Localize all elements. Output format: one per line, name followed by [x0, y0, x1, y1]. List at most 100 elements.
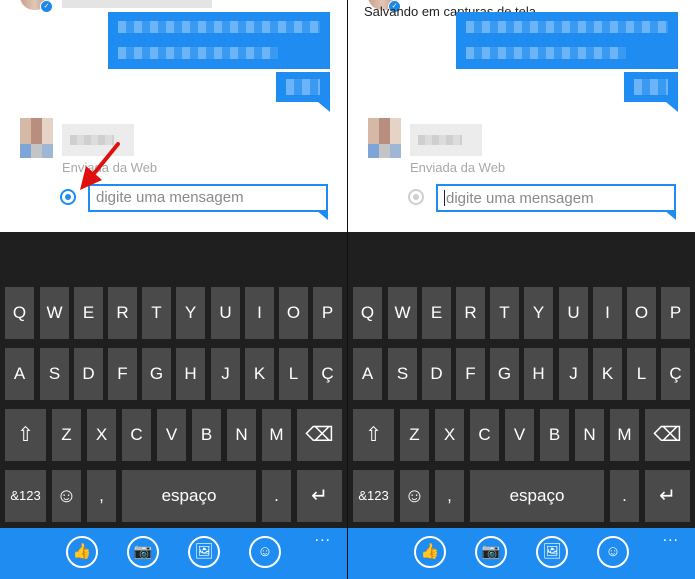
- emoji-icon[interactable]: ☺: [52, 470, 81, 522]
- key-z[interactable]: Z: [400, 409, 429, 461]
- key-l[interactable]: L: [627, 348, 656, 400]
- key-k[interactable]: K: [245, 348, 274, 400]
- key-b[interactable]: B: [540, 409, 569, 461]
- key-m[interactable]: M: [262, 409, 291, 461]
- sent-from-web-label: Enviada da Web: [410, 160, 506, 175]
- key-c-cedilla[interactable]: Ç: [313, 348, 342, 400]
- key-i[interactable]: I: [245, 287, 274, 339]
- key-n[interactable]: N: [575, 409, 604, 461]
- key-y[interactable]: Y: [176, 287, 205, 339]
- message-bubble-blurred: [276, 72, 330, 112]
- space-key[interactable]: espaço: [470, 470, 604, 522]
- key-e[interactable]: E: [74, 287, 103, 339]
- key-d[interactable]: D: [74, 348, 103, 400]
- key-x[interactable]: X: [435, 409, 464, 461]
- app-bar: 👍 📷 🖼 ☺ ...: [348, 528, 695, 579]
- key-b[interactable]: B: [192, 409, 221, 461]
- message-bubble-blurred: [624, 72, 678, 112]
- key-p[interactable]: P: [313, 287, 342, 339]
- key-a[interactable]: A: [5, 348, 34, 400]
- key-f[interactable]: F: [108, 348, 137, 400]
- key-l[interactable]: L: [279, 348, 308, 400]
- key-period[interactable]: .: [262, 470, 291, 522]
- key-x[interactable]: X: [87, 409, 116, 461]
- screenshot-comparison: ✓ Enviada da Web digite uma mensagem Q W…: [0, 0, 695, 579]
- text-caret: [444, 190, 445, 206]
- backspace-icon[interactable]: ⌫: [645, 409, 690, 461]
- key-h[interactable]: H: [176, 348, 205, 400]
- key-j[interactable]: J: [211, 348, 240, 400]
- message-radio-active[interactable]: [60, 189, 76, 205]
- like-icon[interactable]: 👍: [66, 536, 98, 568]
- on-screen-keyboard: Q W E R T Y U I O P A S D F G H J K L Ç …: [0, 232, 347, 528]
- key-q[interactable]: Q: [353, 287, 382, 339]
- blurred-name: [62, 0, 212, 8]
- key-y[interactable]: Y: [524, 287, 553, 339]
- symbols-key[interactable]: &123: [5, 470, 46, 522]
- key-f[interactable]: F: [456, 348, 485, 400]
- camera-icon[interactable]: 📷: [475, 536, 507, 568]
- key-d[interactable]: D: [422, 348, 451, 400]
- camera-icon[interactable]: 📷: [127, 536, 159, 568]
- emoji-icon[interactable]: ☺: [400, 470, 429, 522]
- gallery-icon[interactable]: 🖼: [536, 536, 568, 568]
- key-o[interactable]: O: [279, 287, 308, 339]
- key-v[interactable]: V: [157, 409, 186, 461]
- key-p[interactable]: P: [661, 287, 690, 339]
- key-w[interactable]: W: [388, 287, 417, 339]
- key-h[interactable]: H: [524, 348, 553, 400]
- input-placeholder: digite uma mensagem: [446, 190, 594, 207]
- key-g[interactable]: G: [142, 348, 171, 400]
- space-key[interactable]: espaço: [122, 470, 256, 522]
- key-v[interactable]: V: [505, 409, 534, 461]
- like-icon[interactable]: 👍: [414, 536, 446, 568]
- panel-left: ✓ Enviada da Web digite uma mensagem Q W…: [0, 0, 347, 579]
- key-s[interactable]: S: [388, 348, 417, 400]
- more-icon[interactable]: ...: [315, 529, 331, 545]
- shift-arrow-icon[interactable]: ⇧: [353, 409, 394, 461]
- key-c[interactable]: C: [122, 409, 151, 461]
- shift-arrow-icon[interactable]: ⇧: [5, 409, 46, 461]
- emoji-icon[interactable]: ☺: [597, 536, 629, 568]
- key-z[interactable]: Z: [52, 409, 81, 461]
- key-a[interactable]: A: [353, 348, 382, 400]
- on-screen-keyboard: Q W E R T Y U I O P A S D F G H J K L Ç …: [348, 232, 695, 528]
- key-period[interactable]: .: [610, 470, 639, 522]
- key-k[interactable]: K: [593, 348, 622, 400]
- key-i[interactable]: I: [593, 287, 622, 339]
- key-s[interactable]: S: [40, 348, 69, 400]
- symbols-key[interactable]: &123: [353, 470, 394, 522]
- key-r[interactable]: R: [456, 287, 485, 339]
- gallery-icon[interactable]: 🖼: [188, 536, 220, 568]
- key-comma[interactable]: ,: [435, 470, 464, 522]
- red-arrow-icon: [80, 142, 120, 190]
- backspace-icon[interactable]: ⌫: [297, 409, 342, 461]
- key-t[interactable]: T: [142, 287, 171, 339]
- key-m[interactable]: M: [610, 409, 639, 461]
- key-u[interactable]: U: [211, 287, 240, 339]
- key-e[interactable]: E: [422, 287, 451, 339]
- key-t[interactable]: T: [490, 287, 519, 339]
- message-input[interactable]: digite uma mensagem: [88, 184, 328, 220]
- emoji-icon[interactable]: ☺: [249, 536, 281, 568]
- message-radio-inactive[interactable]: [408, 189, 424, 205]
- key-c[interactable]: C: [470, 409, 499, 461]
- chat-area: ✓ Salvando em capturas de tela... Enviad…: [348, 0, 695, 232]
- key-n[interactable]: N: [227, 409, 256, 461]
- key-r[interactable]: R: [108, 287, 137, 339]
- key-q[interactable]: Q: [5, 287, 34, 339]
- message-input[interactable]: digite uma mensagem: [436, 184, 676, 220]
- enter-icon[interactable]: ↵: [297, 470, 342, 522]
- enter-icon[interactable]: ↵: [645, 470, 690, 522]
- key-g[interactable]: G: [490, 348, 519, 400]
- key-o[interactable]: O: [627, 287, 656, 339]
- more-icon[interactable]: ...: [663, 529, 679, 545]
- key-comma[interactable]: ,: [87, 470, 116, 522]
- app-bar: 👍 📷 🖼 ☺ ...: [0, 528, 347, 579]
- key-c-cedilla[interactable]: Ç: [661, 348, 690, 400]
- key-j[interactable]: J: [559, 348, 588, 400]
- key-w[interactable]: W: [40, 287, 69, 339]
- key-u[interactable]: U: [559, 287, 588, 339]
- blurred-name: [410, 124, 482, 156]
- chat-area: ✓ Enviada da Web digite uma mensagem: [0, 0, 347, 232]
